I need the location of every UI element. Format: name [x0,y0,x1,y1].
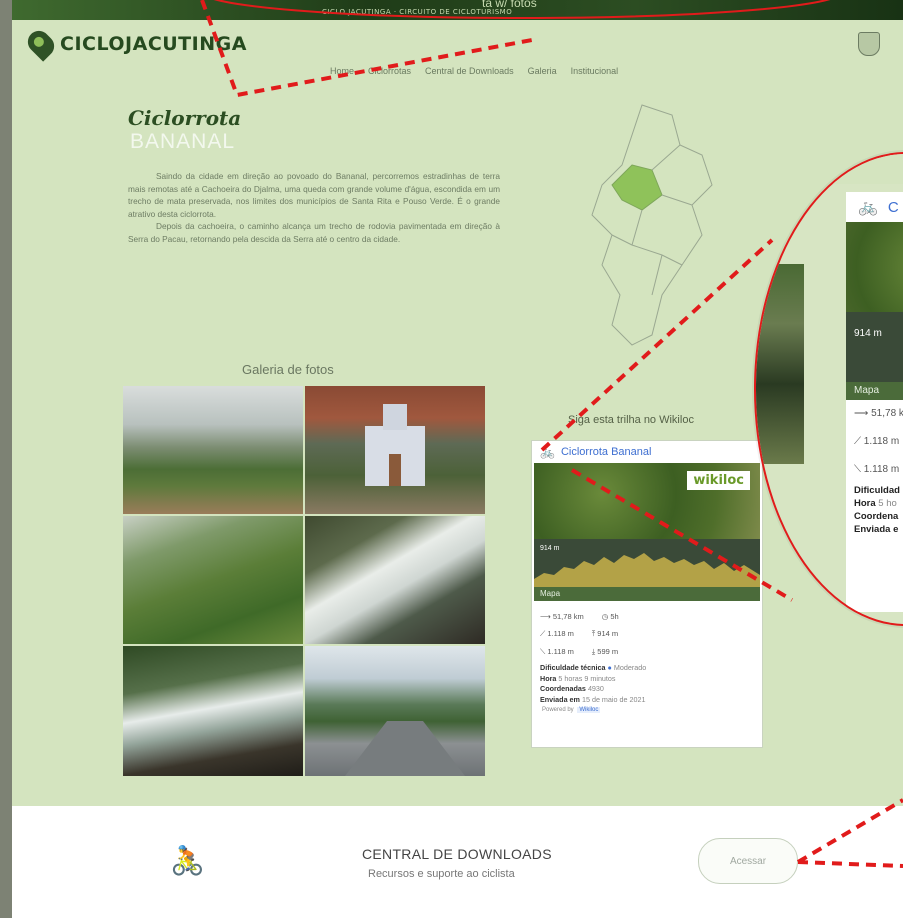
elevation-chart [534,553,760,587]
downloads-section: 🚴 CENTRAL DE DOWNLOADS Recursos e suport… [12,806,903,918]
zoom-ascent-value: 1.118 m [863,436,900,447]
sent-value: 15 de maio de 2021 [581,694,646,704]
zoom-info: Dificuldad Hora 5 ho Coordena Enviada e [846,484,903,536]
distance-value: 51,78 km [552,611,584,621]
gallery-photo[interactable] [305,646,485,776]
downloads-subtitle: Recursos e suporte ao ciclista [368,868,515,880]
wikiloc-heading: Siga esta trilha no Wikiloc [568,414,694,426]
zoom-background [756,154,903,184]
descent-stat: ⟍ 1.118 m [540,647,574,656]
route-subtitle: BANANAL [130,130,236,153]
hora-label: Hora [540,673,557,683]
site-logo[interactable]: CICLOJACUTINGA [23,26,247,62]
city-crest-icon[interactable] [858,32,880,56]
zoom-alt-label: 914 m [854,328,882,339]
elevation-profile: 914 m [534,539,760,587]
ascent-stat: ⟋ 1.118 m [540,629,574,638]
photo-gallery [123,386,487,776]
zoom-photo-strip [756,264,804,464]
time-value: 5h [610,611,619,621]
difficulty-value: Moderado [613,663,647,672]
description-paragraph: Depois da cachoeira, o caminho alcança u… [128,221,500,244]
logo-text: CICLOJACUTINGA [60,33,247,55]
gallery-photo[interactable] [305,386,485,514]
gallery-photo[interactable] [123,386,303,514]
route-description: Saindo da cidade em direção ao povoado d… [128,170,500,245]
nav-institucional[interactable]: Institucional [571,66,619,76]
top-subtitle: CICLO JACUTINGA · CIRCUITO DE CICLOTURIS… [322,8,513,16]
zoom-wikiloc-card: 🚲 C 914 m Mapa ⟶ 51,78 k ⟋ 1.118 m ⟍ 1.1… [846,192,903,612]
powered-link[interactable]: Wikiloc [577,707,601,713]
zoom-distance-value: 51,78 k [871,408,903,419]
zoom-hora: Hora [854,498,876,509]
wikiloc-stats: ⟶ 51,78 km ◷ 5h ⟋ 1.118 m ⤒ 914 m ⟍ 1.11… [532,601,762,661]
nav-galeria[interactable]: Galeria [528,66,557,76]
zoom-sent: Enviada e [854,524,899,535]
max-alt-stat: ⤒ 914 m [591,629,619,638]
wikiloc-widget[interactable]: 🚲 Ciclorrota Bananal wikiloc 914 m Mapa … [531,440,763,748]
nav-ciclorrotas[interactable]: Ciclorrotas [368,66,411,76]
nav-downloads[interactable]: Central de Downloads [425,66,514,76]
zoom-ascent: ⟋ 1.118 m [854,436,900,447]
page: ta w/ fotos CICLO JACUTINGA · CIRCUITO D… [12,0,903,918]
region-map-image [591,104,713,346]
bike-icon: 🚲 [540,445,555,459]
distance-stat: ⟶ 51,78 km [540,611,584,621]
gallery-photo[interactable] [305,516,485,644]
powered-by: Powered by Wikiloc [532,707,762,713]
zoom-map-bar: Mapa [846,382,903,400]
min-alt-stat: ⤓ 599 m [591,647,619,656]
ascent-value: 1.118 m [547,629,574,638]
logo-pin-icon [23,26,59,62]
bike-icon: 🚲 [858,199,878,216]
gallery-photo[interactable] [123,646,303,776]
powered-prefix: Powered by [542,707,574,713]
route-title: Ciclorrota [128,106,242,130]
wikiloc-map[interactable]: wikiloc [534,463,760,539]
zoom-map [846,222,903,312]
sent-label: Enviada em [540,694,580,704]
descent-value: 1.118 m [547,647,574,656]
difficulty-label: Dificuldade técnica [540,663,606,672]
nav-home[interactable]: Home [330,66,354,76]
coords-label: Coordenadas [540,684,586,693]
coords-value: 4930 [587,684,604,693]
road-shape [345,721,465,776]
wikiloc-info: Dificuldade técnica ● Moderado Hora 5 ho… [540,663,647,704]
wikiloc-map-bar[interactable]: Mapa [534,587,760,601]
zoom-descent-value: 1.118 m [863,464,900,475]
max-alt-value: 914 m [597,629,619,638]
zoom-hora-value: 5 ho [878,498,897,509]
wikiloc-logo: wikiloc [687,471,750,490]
gallery-photo[interactable] [123,516,303,644]
bicycle-icon: 🚴 [170,845,205,876]
gallery-title: Galeria de fotos [242,362,334,377]
zoom-descent: ⟍ 1.118 m [854,464,900,475]
wikiloc-header: 🚲 Ciclorrota Bananal [532,441,762,463]
zoom-header: 🚲 C [846,192,903,222]
main-nav: Home Ciclorrotas Central de Downloads Ga… [330,66,618,76]
zoom-callout: 🚲 C 914 m Mapa ⟶ 51,78 k ⟋ 1.118 m ⟍ 1.1… [754,152,903,626]
church-shape [365,404,425,486]
zoom-distance: ⟶ 51,78 k [854,408,903,419]
zoom-elevation: 914 m [846,312,903,382]
downloads-title: CENTRAL DE DOWNLOADS [362,846,552,862]
description-paragraph: Saindo da cidade em direção ao povoado d… [128,171,500,219]
zoom-trail-link: C [887,198,899,216]
zoom-coords: Coordena [854,511,899,522]
access-button[interactable]: Acessar [698,838,798,884]
min-alt-value: 599 m [597,647,619,656]
zoom-difficulty: Dificuldad [854,485,900,496]
time-stat: ◷ 5h [601,611,619,621]
hora-value: 5 horas 9 minutos [558,673,616,683]
wikiloc-trail-link[interactable]: Ciclorrota Bananal [561,446,652,458]
